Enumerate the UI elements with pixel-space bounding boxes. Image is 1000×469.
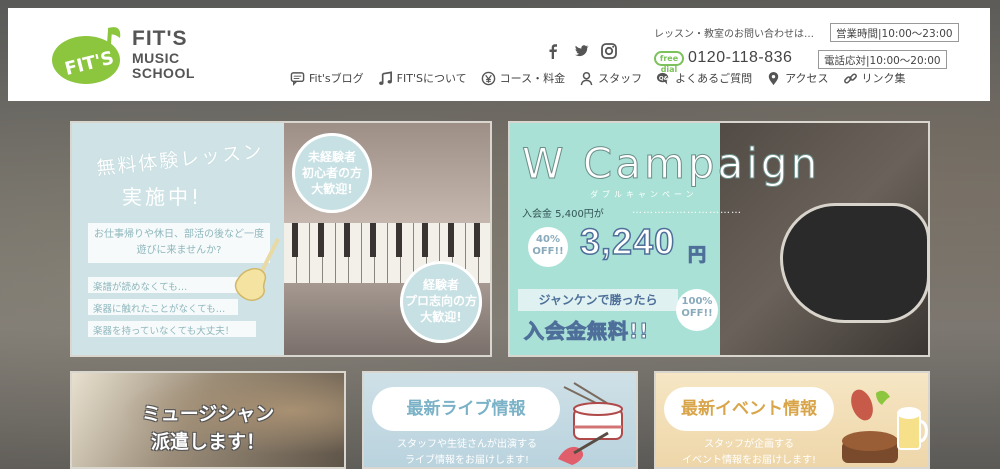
campaign-price: 3,240 [579,220,676,263]
nav-blog[interactable]: Fit'sブログ [290,70,364,86]
person-icon [580,71,593,85]
off-100-badge: 100% OFF!! [676,289,718,331]
social-links [544,42,618,60]
nav-faq[interactable]: Q&A よくあるご質問 [656,70,752,86]
event-info-banner[interactable]: 最新イベント情報 スタッフが企画する イベント情報をお届けします! [654,371,930,469]
business-hours: 営業時間|10:00～23:00 [830,23,959,42]
off-40-label: OFF!! [532,246,564,257]
live-sub-line-2: ライブ情報をお届けします! [404,455,529,466]
svg-text:Q&A: Q&A [659,75,671,81]
map-pin-icon [768,71,779,85]
food-drink-icon [842,389,928,463]
trial-lesson-banner[interactable]: 無料体験レッスン 実施中! お仕事帰りや休日、部活の後など一度遊びに来ませんか?… [70,121,492,357]
logo-line-2: MUSIC [132,50,180,66]
link-icon [843,72,857,84]
live-sub-text: スタッフや生徒さんが出演する ライブ情報をお届けします! [372,437,562,467]
phone-number-text: 0120-118-836 [688,49,793,66]
nav-staff-label: スタッフ [598,72,643,85]
nav-about-label: FIT'Sについて [396,72,467,85]
site-logo[interactable]: FIT'S FIT'S MUSIC SCHOOL [50,22,220,86]
musician-dispatch-banner[interactable]: ミュージシャン 派遣します！ [70,371,346,469]
campaign-kana: ダブルキャンペーン [590,190,698,199]
trial-line-2: 楽器に触れたことがなくても… [88,299,238,315]
site-header: FIT'S FIT'S MUSIC SCHOOL レッスン・教室のお問い合わせは… [8,8,990,101]
beginners-line-3: 大歓迎! [311,182,353,196]
logo-line-1: FIT'S [132,27,188,50]
w-campaign-banner[interactable]: W Campaign ダブルキャンペーン 入会金 5,400円が …………………… [508,121,930,357]
trial-info-panel: 無料体験レッスン 実施中! お仕事帰りや休日、部活の後など一度遊びに来ませんか?… [72,123,284,355]
trial-photo: 未経験者 初心者の方 大歓迎! 経験者 プロ志向の方 大歓迎! [284,123,490,355]
event-sub-text: スタッフが企画する イベント情報をお届けします! [664,437,834,467]
campaign-dots: ………………………… [632,205,742,216]
trial-subtitle: 実施中! [122,185,203,209]
phone-hours-value: 10:00～20:00 [869,55,941,67]
nav-course-label: コース・料金 [499,72,566,85]
free-fee-label: 入会金無料!! [523,319,650,344]
live-info-banner[interactable]: 最新ライブ情報 スタッフや生徒さんが出演する ライブ情報をお届けします! [362,371,638,469]
logo-wordmark: FIT'S MUSIC SCHOOL [132,28,195,80]
electric-guitar-icon [234,238,280,301]
beginners-line-1: 未経験者 [307,150,356,164]
guitar-photo-body [780,203,928,323]
nav-course[interactable]: コース・料金 [481,70,565,86]
musician-line-1: ミュージシャン [141,403,275,425]
contact-label: レッスン・教室のお問い合わせは… [654,29,814,40]
musician-line-2: 派遣します！ [150,431,265,453]
experienced-bubble: 経験者 プロ志向の方 大歓迎! [400,261,482,343]
logo-line-3: SCHOOL [132,65,195,81]
live-sub-line-1: スタッフや生徒さんが出演する [397,439,537,450]
nav-about[interactable]: FIT'Sについて [378,70,467,86]
nav-links[interactable]: リンク集 [843,70,906,86]
nav-access-label: アクセス [785,72,829,85]
live-title: 最新ライブ情報 [372,387,560,431]
free-dial-icon: free dial [654,50,684,74]
event-title: 最新イベント情報 [664,387,834,431]
janken-label: ジャンケンで勝ったら [518,289,678,311]
logo-badge-icon: FIT'S [52,27,121,84]
trial-line-1: 楽譜が読めなくても… [88,277,238,293]
experienced-line-2: プロ志向の方 [404,294,477,308]
beginners-bubble: 未経験者 初心者の方 大歓迎! [292,133,372,213]
yen-icon [481,71,495,85]
off-100-label: OFF!! [681,308,713,319]
phone-number[interactable]: free dial 0120-118-836 [654,49,793,74]
hours-label: 営業時間 [836,28,878,40]
phone-hours-label: 電話応対 [824,55,866,67]
hours-value: 10:00～23:00 [881,28,953,40]
qa-icon: Q&A [657,72,671,85]
twitter-icon[interactable] [572,42,590,60]
off-40-value: 40% [536,234,560,245]
nav-blog-label: Fit'sブログ [309,72,364,85]
beginners-line-2: 初心者の方 [301,166,362,180]
instagram-icon[interactable] [600,42,618,60]
facebook-icon[interactable] [544,42,562,60]
phone-hours: 電話応対|10:00～20:00 [818,50,947,69]
trial-title: 無料体験レッスン [95,140,265,180]
campaign-fee-label: 入会金 5,400円が [522,209,604,220]
campaign-yen: 円 [688,245,707,267]
drum-guitar-icon [558,382,623,465]
event-sub-line-1: スタッフが企画する [704,439,794,450]
music-note-icon [378,70,392,85]
event-sub-line-2: イベント情報をお届けします! [681,455,816,466]
campaign-title: W Campaign [521,139,821,189]
nav-staff[interactable]: スタッフ [579,70,642,86]
nav-access[interactable]: アクセス [766,70,829,86]
speech-bubble-icon [290,71,305,86]
nav-links-label: リンク集 [861,72,906,85]
experienced-line-1: 経験者 [422,278,459,292]
main-nav: Fit'sブログ FIT'Sについて コース・料金 スタッフ Q&A よくあるご… [290,70,906,86]
nav-faq-label: よくあるご質問 [675,72,753,85]
off-40-badge: 40% OFF!! [528,227,568,267]
off-100-value: 100% [681,296,713,307]
trial-line-3: 楽器を持っていなくても大丈夫！ [88,321,256,337]
experienced-line-3: 大歓迎! [420,310,462,324]
